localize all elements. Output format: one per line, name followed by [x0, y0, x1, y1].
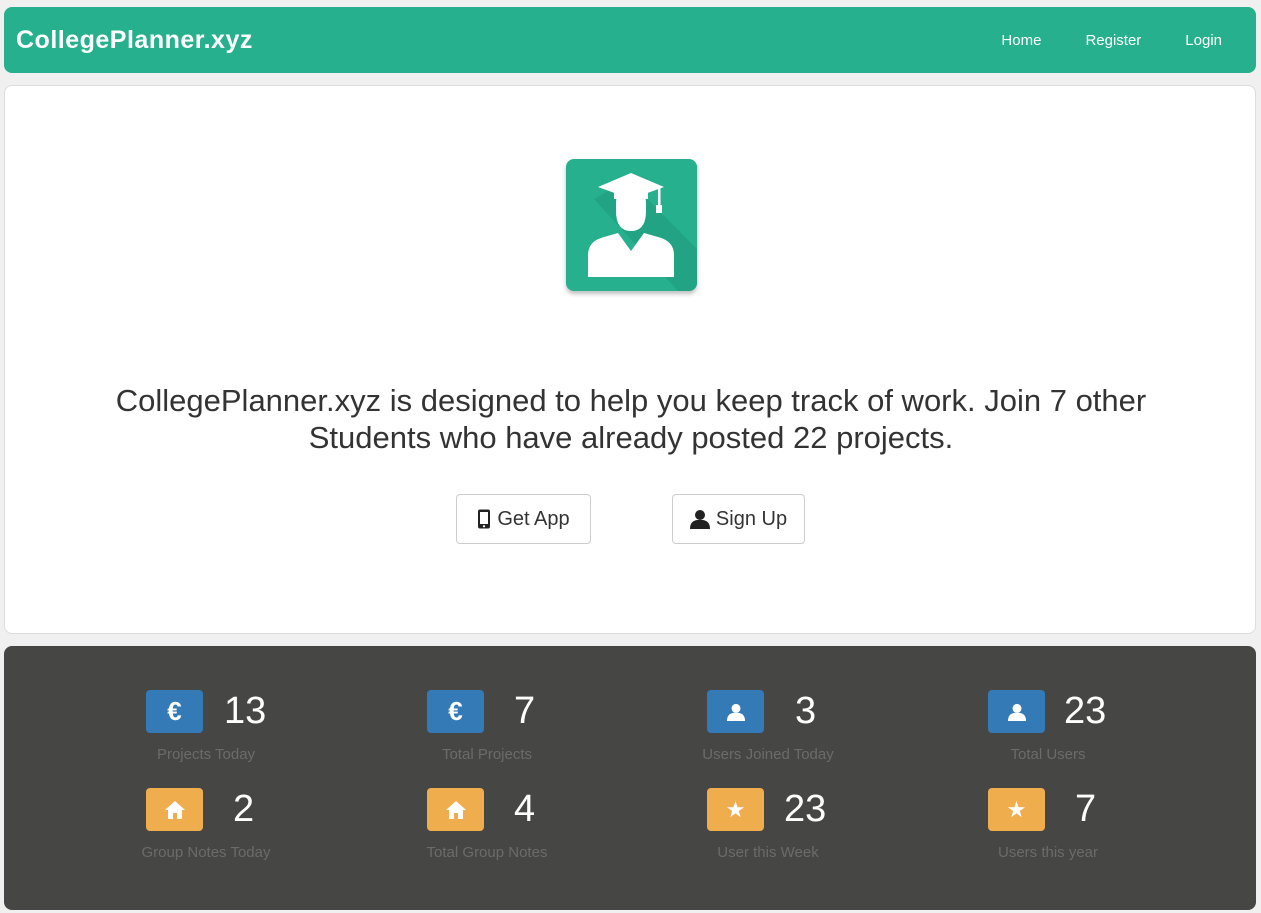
hero-panel: CollegePlanner.xyz is designed to help y… — [4, 85, 1256, 634]
stat-value: 7 — [514, 690, 536, 732]
stat-value: 2 — [233, 788, 255, 830]
star-icon: ★ — [707, 788, 764, 831]
brand-logo-text[interactable]: CollegePlanner.xyz — [16, 26, 253, 55]
graduate-student-icon — [566, 159, 697, 291]
mobile-phone-icon — [477, 509, 491, 529]
stat-user-this-week: ★ 23 User this Week — [668, 788, 868, 878]
stat-value: 23 — [1064, 690, 1107, 732]
stat-value: 4 — [514, 788, 536, 830]
user-icon — [707, 690, 764, 733]
stat-label: Total Group Notes — [426, 844, 548, 861]
star-icon: ★ — [988, 788, 1045, 831]
stat-total-group-notes: 4 Total Group Notes — [387, 788, 587, 878]
navbar: CollegePlanner.xyz Home Register Login — [4, 7, 1256, 73]
user-icon — [988, 690, 1045, 733]
nav-login-link[interactable]: Login — [1185, 32, 1222, 49]
stats-panel: € 13 Projects Today € 7 Total Projects 3… — [4, 646, 1256, 910]
sign-up-label: Sign Up — [715, 507, 788, 530]
get-app-button[interactable]: Get App — [456, 494, 591, 544]
home-icon — [427, 788, 484, 831]
stat-label: User this Week — [717, 844, 819, 861]
nav-links: Home Register Login — [957, 32, 1244, 49]
stat-label: Total Users — [1010, 746, 1086, 763]
stat-label: Users this year — [997, 844, 1099, 861]
stat-projects-today: € 13 Projects Today — [106, 690, 306, 780]
stat-value: 23 — [784, 788, 827, 830]
stat-label: Group Notes Today — [141, 844, 271, 861]
stat-total-users: 23 Total Users — [948, 690, 1148, 780]
stat-users-joined-today: 3 Users Joined Today — [668, 690, 868, 780]
nav-home-link[interactable]: Home — [1001, 32, 1041, 49]
user-icon — [689, 509, 710, 529]
euro-icon: € — [427, 690, 484, 733]
stat-label: Users Joined Today — [702, 746, 834, 763]
euro-icon: € — [146, 690, 203, 733]
home-icon — [146, 788, 203, 831]
stat-users-this-year: ★ 7 Users this year — [948, 788, 1148, 878]
stat-value: 7 — [1075, 788, 1097, 830]
stat-total-projects: € 7 Total Projects — [387, 690, 587, 780]
stat-value: 3 — [795, 690, 817, 732]
nav-register-link[interactable]: Register — [1085, 32, 1141, 49]
stat-label: Projects Today — [156, 746, 256, 763]
stat-value: 13 — [224, 690, 267, 732]
stat-label: Total Projects — [441, 746, 533, 763]
sign-up-button[interactable]: Sign Up — [672, 494, 805, 544]
stat-group-notes-today: 2 Group Notes Today — [106, 788, 306, 878]
hero-tagline: CollegePlanner.xyz is designed to help y… — [115, 383, 1147, 455]
get-app-label: Get App — [497, 507, 570, 530]
